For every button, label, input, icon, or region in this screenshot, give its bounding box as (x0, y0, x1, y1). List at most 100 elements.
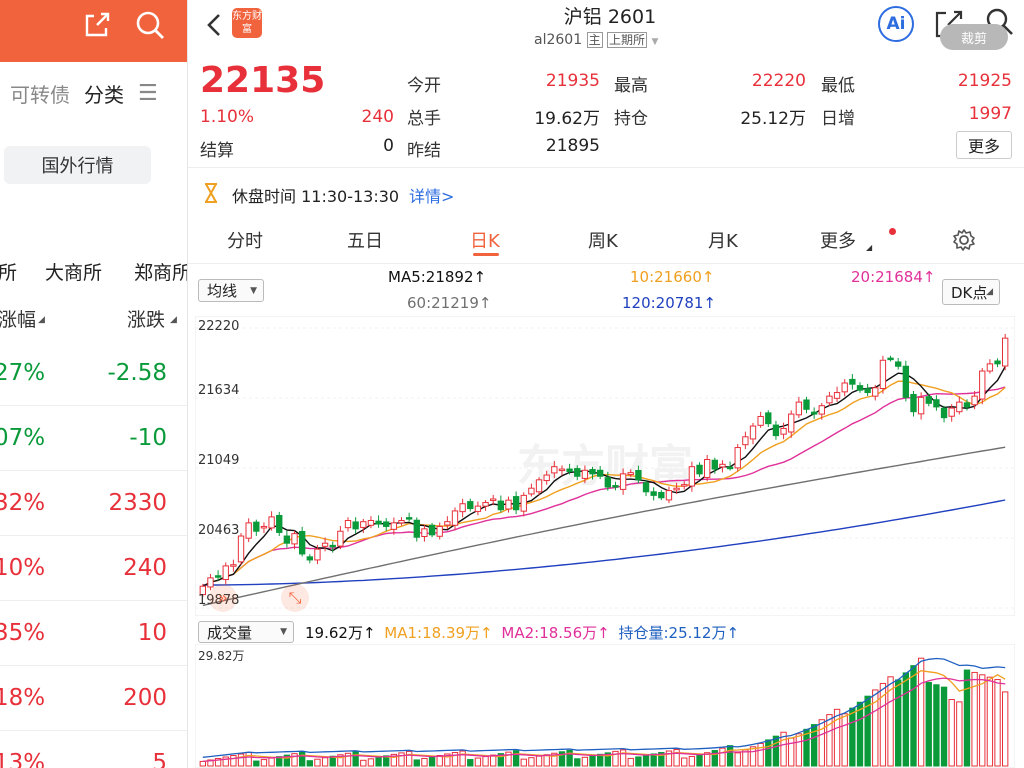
tab-intraday[interactable]: 分时 (227, 227, 263, 253)
panel-divider (187, 0, 188, 768)
back-chevron-icon[interactable] (204, 12, 224, 38)
exchange-tab-1[interactable]: 所 (0, 258, 17, 285)
dk-point-select[interactable]: DK点 ◢ (942, 279, 1000, 305)
fullscreen-button[interactable]: ⤡ (281, 584, 309, 612)
candle-down (849, 378, 856, 385)
session-detail-link[interactable]: 详情> (409, 183, 454, 207)
volume-bar (795, 733, 803, 767)
menu-icon[interactable]: ☰ (138, 81, 158, 106)
session-break-text: 休盘时间 11:30-13:30 (232, 187, 400, 206)
candle-up (795, 401, 803, 416)
candle-down (352, 521, 359, 530)
dropdown-caret-icon[interactable]: ▼ (652, 37, 659, 47)
tab-more[interactable]: 更多 (820, 227, 856, 253)
tab-five-day[interactable]: 五日 (347, 227, 383, 253)
candle-up (528, 487, 535, 495)
high-value: 22220 (751, 71, 806, 91)
volume-bar (948, 699, 955, 767)
candle-up (245, 522, 252, 539)
volume-bar (581, 756, 589, 767)
candle-up (505, 499, 512, 510)
active-tab-underline (473, 253, 499, 256)
settings-gear-icon[interactable] (952, 228, 976, 252)
change-value: -10 (129, 425, 167, 451)
vol-ma2-legend: MA2:18.56万↑ (501, 624, 610, 642)
candle-up (948, 407, 955, 417)
volume-indicator-select[interactable]: 成交量 ▼ (198, 621, 294, 643)
exchange-tab-czce[interactable]: 郑商所 (134, 258, 187, 285)
candle-down (497, 500, 505, 511)
list-item[interactable]: 13% 5 (0, 730, 187, 768)
volume-bar (459, 750, 466, 767)
volume-bar (849, 707, 856, 767)
candle-up (979, 370, 986, 400)
candle-up (337, 530, 344, 547)
list-item[interactable]: 27% -2.58 (0, 340, 187, 406)
volume-bar (749, 746, 757, 767)
tab-convertible-bond[interactable]: 可转债 (10, 79, 74, 108)
expand-chart-button[interactable]: » (209, 584, 237, 612)
search-icon[interactable] (134, 9, 166, 41)
col-pct-header[interactable]: 涨幅 (0, 305, 36, 332)
ai-button[interactable]: Ai (878, 6, 914, 42)
candle-up (956, 401, 963, 413)
candle-down (810, 411, 818, 415)
indicator-select[interactable]: 均线 ▼ (198, 279, 264, 302)
tab-daily-k[interactable]: 日K (470, 227, 500, 253)
left-tab-bar: 可转债 分类 ☰ (0, 62, 187, 124)
contract-code-row: al2601 主 上期所 ▼ (534, 31, 658, 48)
prev-settle-value: 21895 (545, 136, 600, 156)
volume-bar (230, 755, 237, 767)
volume-bar (994, 679, 1001, 767)
candle-down (772, 424, 780, 437)
candle-up (535, 479, 543, 493)
ai-label: Ai (886, 14, 906, 34)
candle-up (971, 395, 978, 406)
more-quote-button[interactable]: 更多 (956, 131, 1012, 159)
prev-settle-label: 昨结 (407, 141, 441, 161)
candle-down (887, 357, 894, 361)
main-contract-tag: 主 (586, 32, 603, 48)
volume-bar (245, 752, 252, 767)
candle-up (551, 466, 558, 474)
candle-up (451, 510, 459, 526)
exchange-tab-dce[interactable]: 大商所 (45, 258, 102, 285)
volume-bar (237, 753, 245, 767)
candle-down (864, 388, 871, 394)
low-label: 最低 (821, 76, 855, 96)
tab-weekly-k[interactable]: 周K (588, 227, 618, 253)
list-item[interactable]: 32% 2330 (0, 470, 187, 536)
list-item[interactable]: 18% 200 (0, 665, 187, 731)
tab-category[interactable]: 分类 (84, 79, 124, 108)
candle-up (444, 521, 451, 526)
volume-chart[interactable]: 29.82万 (195, 644, 1015, 768)
price-axis-label: 21634 (198, 383, 239, 398)
exchange-tabs: 所 大商所 郑商所 (0, 258, 187, 288)
daily-increase-value: 1997 (968, 104, 1012, 124)
candle-up (390, 522, 398, 530)
candle-down (597, 469, 604, 477)
volume-bar (428, 756, 436, 767)
volume-bar (405, 750, 413, 767)
volume-bar (291, 753, 298, 767)
list-item[interactable]: 07% -10 (0, 405, 187, 471)
volume-bar (627, 757, 634, 767)
candle-down (375, 520, 382, 525)
share-icon[interactable] (82, 10, 112, 40)
daily-increase-label: 日增 (821, 109, 855, 129)
col-chg-header[interactable]: 涨跌 (127, 305, 165, 332)
clip-button[interactable]: 裁剪 (940, 24, 1008, 50)
indicator-select-label: 均线 (207, 282, 238, 300)
list-item[interactable]: 35% 10 (0, 600, 187, 666)
high-label: 最高 (614, 76, 648, 96)
candle-up (421, 528, 428, 538)
tab-monthly-k[interactable]: 月K (708, 227, 738, 253)
foreign-market-button[interactable]: 国外行情 (4, 146, 151, 184)
volume-bar (696, 754, 703, 767)
candlestick-chart[interactable]: 东方财富2222021634210492046319878 (195, 316, 1015, 616)
volume-value: 19.62万 (534, 109, 600, 129)
price-axis-label: 20463 (198, 523, 239, 538)
list-item[interactable]: 10% 240 (0, 535, 187, 601)
candle-up (673, 487, 680, 491)
candle-down (276, 514, 283, 533)
